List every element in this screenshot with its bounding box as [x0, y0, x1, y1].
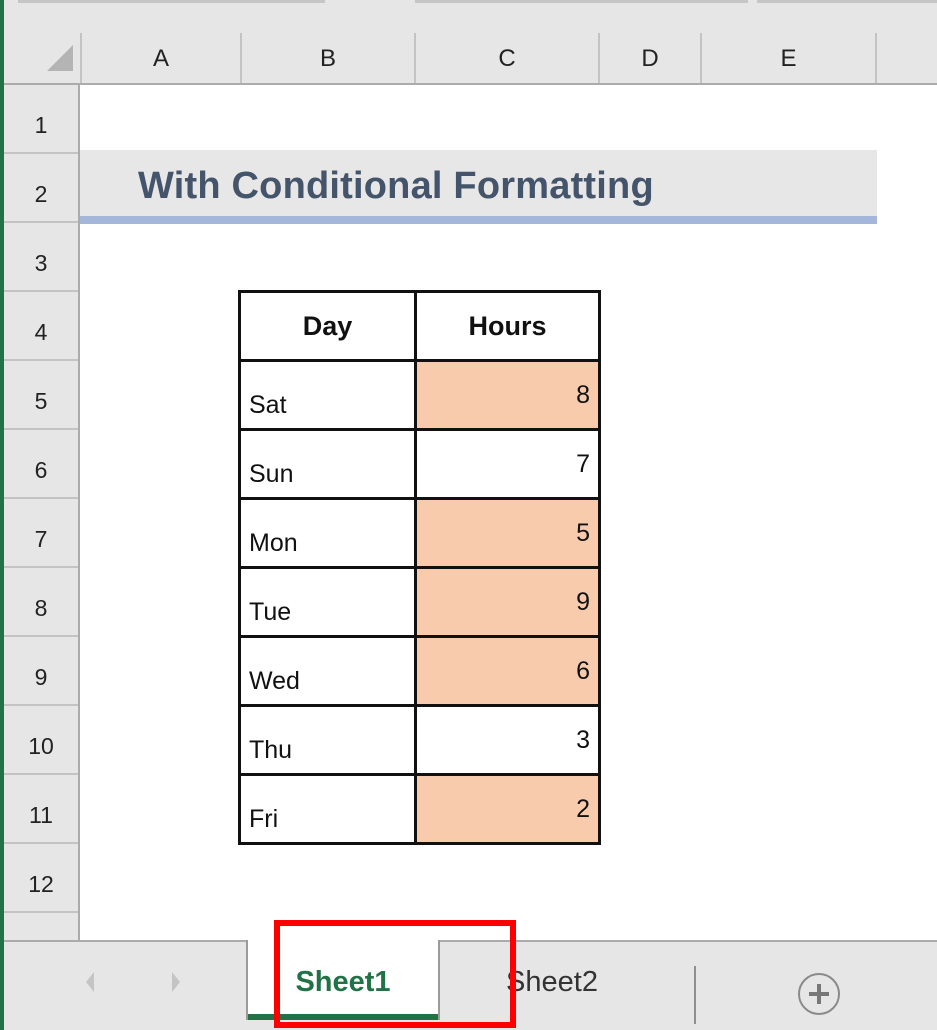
row-header-10[interactable]: 10	[4, 706, 78, 775]
hours-cell[interactable]: 3	[414, 704, 601, 776]
hours-table: Day Hours Sat 8 Sun 7 Mon 5 Tue 9 Wed 6 Thu 3 Fri 2	[238, 290, 601, 845]
title-underline	[80, 216, 877, 224]
tab-sheet2[interactable]: Sheet2	[444, 940, 660, 1020]
sheet-title: With Conditional Formatting	[138, 165, 654, 207]
add-sheet-icon[interactable]	[798, 973, 840, 1015]
hours-cell-highlighted[interactable]: 6	[414, 635, 601, 707]
column-header-c[interactable]: C	[414, 33, 598, 83]
day-cell[interactable]: Mon	[238, 497, 417, 569]
day-cell[interactable]: Tue	[238, 566, 417, 638]
title-cell[interactable]: With Conditional Formatting	[80, 150, 877, 218]
row-header-12[interactable]: 12	[4, 844, 78, 913]
row-header-5[interactable]: 5	[4, 361, 78, 430]
day-cell[interactable]: Fri	[238, 773, 417, 845]
day-cell[interactable]: Sun	[238, 428, 417, 500]
table-row: Thu 3	[238, 704, 601, 776]
column-header-a[interactable]: A	[80, 33, 240, 83]
select-all-button[interactable]	[4, 33, 80, 83]
tab-label: Sheet2	[506, 966, 598, 998]
sheet-tab-bar: Sheet1 Sheet2	[4, 940, 937, 1030]
day-cell[interactable]: Sat	[238, 359, 417, 431]
column-headers: A B C D E	[4, 33, 937, 85]
table-header-row: Day Hours	[238, 290, 601, 362]
hours-cell[interactable]: 7	[414, 428, 601, 500]
select-all-icon	[47, 45, 73, 71]
cell-grid[interactable]: With Conditional Formatting Day Hours Sa…	[80, 85, 937, 940]
column-header-e[interactable]: E	[700, 33, 875, 83]
tab-divider	[694, 966, 696, 1024]
day-cell[interactable]: Thu	[238, 704, 417, 776]
row-header-8[interactable]: 8	[4, 568, 78, 637]
tab-label: Sheet1	[295, 966, 391, 998]
table-row: Wed 6	[238, 635, 601, 707]
row-headers: 1 2 3 4 5 6 7 8 9 10 11 12	[4, 85, 80, 940]
column-header-d[interactable]: D	[598, 33, 700, 83]
row-header-4[interactable]: 4	[4, 292, 78, 361]
table-row: Sun 7	[238, 428, 601, 500]
row-header-2[interactable]: 2	[4, 154, 78, 223]
hours-cell-highlighted[interactable]: 5	[414, 497, 601, 569]
header-hours[interactable]: Hours	[414, 290, 601, 362]
row-header-11[interactable]: 11	[4, 775, 78, 844]
row-header-7[interactable]: 7	[4, 499, 78, 568]
column-header-f[interactable]	[875, 33, 937, 83]
scroll-tabs-right-icon[interactable]	[172, 972, 180, 992]
header-day[interactable]: Day	[238, 290, 417, 362]
table-row: Mon 5	[238, 497, 601, 569]
toolbar-segment	[757, 0, 937, 3]
row-header-1[interactable]: 1	[4, 85, 78, 154]
scroll-tabs-left-icon[interactable]	[86, 972, 94, 992]
row-header-9[interactable]: 9	[4, 637, 78, 706]
row-header-3[interactable]: 3	[4, 223, 78, 292]
row-header-6[interactable]: 6	[4, 430, 78, 499]
ribbon-strip	[4, 0, 937, 33]
active-tab-indicator	[248, 1014, 438, 1020]
column-header-b[interactable]: B	[240, 33, 414, 83]
tab-sheet1[interactable]: Sheet1	[246, 940, 440, 1020]
table-row: Fri 2	[238, 773, 601, 845]
table-row: Tue 9	[238, 566, 601, 638]
toolbar-segment	[415, 0, 748, 3]
hours-cell-highlighted[interactable]: 9	[414, 566, 601, 638]
day-cell[interactable]: Wed	[238, 635, 417, 707]
hours-cell-highlighted[interactable]: 2	[414, 773, 601, 845]
hours-cell-highlighted[interactable]: 8	[414, 359, 601, 431]
toolbar-segment	[18, 0, 325, 3]
table-row: Sat 8	[238, 359, 601, 431]
